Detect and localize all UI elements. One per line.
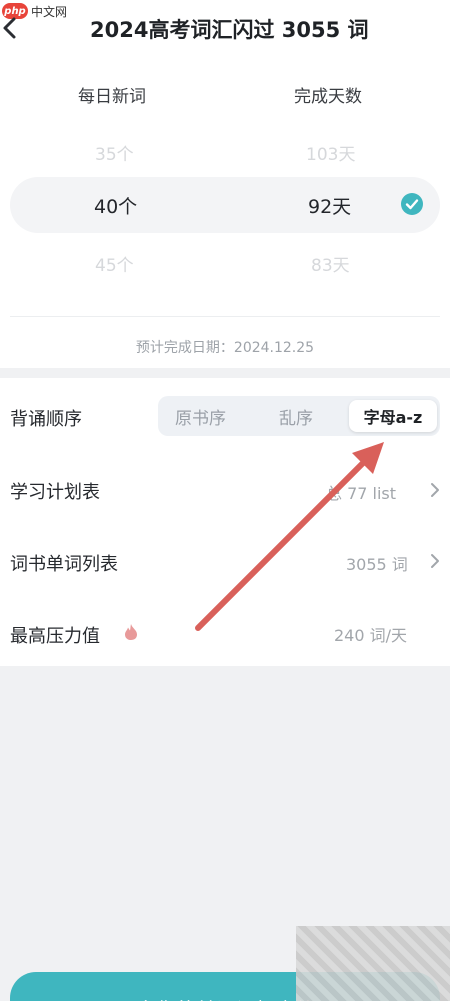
daily-new-words-header: 每日新词 (78, 87, 146, 107)
word-list-label[interactable]: 词书单词列表 (10, 550, 118, 576)
order-option-original[interactable]: 原书序 (175, 404, 226, 429)
check-icon (401, 193, 423, 215)
picker-days-above[interactable]: 103天 (306, 140, 355, 165)
blurred-corner (296, 926, 450, 1001)
picker-count-below[interactable]: 45个 (95, 251, 134, 276)
estimated-finish-date: 预计完成日期：2024.12.25 (135, 340, 315, 356)
chevron-right-icon (431, 554, 439, 568)
flame-icon[interactable] (124, 623, 138, 641)
picker-days-selected[interactable]: 92天 (308, 192, 351, 219)
order-option-shuffle[interactable]: 乱序 (279, 404, 313, 429)
word-list-value[interactable]: 3055 词 (346, 551, 408, 575)
watermark-text: 中文网 (31, 4, 68, 19)
chevron-right-icon (431, 483, 439, 497)
picker-count-above[interactable]: 35个 (95, 140, 134, 165)
divider (10, 316, 440, 317)
picker-count-selected[interactable]: 40个 (94, 192, 137, 219)
max-pressure-value: 240 词/天 (334, 626, 408, 645)
page-title: 2024高考词汇闪过 3055 词 (90, 18, 369, 42)
order-label: 背诵顺序 (10, 409, 82, 430)
back-arrow-icon[interactable] (2, 16, 18, 40)
order-option-alphabetical[interactable]: 字母a-z (349, 400, 437, 432)
picker-selection-band (10, 177, 440, 233)
picker-days-below[interactable]: 83天 (311, 251, 350, 276)
study-plan-label[interactable]: 学习计划表 (10, 478, 100, 504)
max-pressure-label: 最高压力值 (10, 626, 100, 647)
completion-days-header: 完成天数 (294, 87, 362, 107)
study-plan-value[interactable]: 总 77 list (326, 480, 396, 504)
